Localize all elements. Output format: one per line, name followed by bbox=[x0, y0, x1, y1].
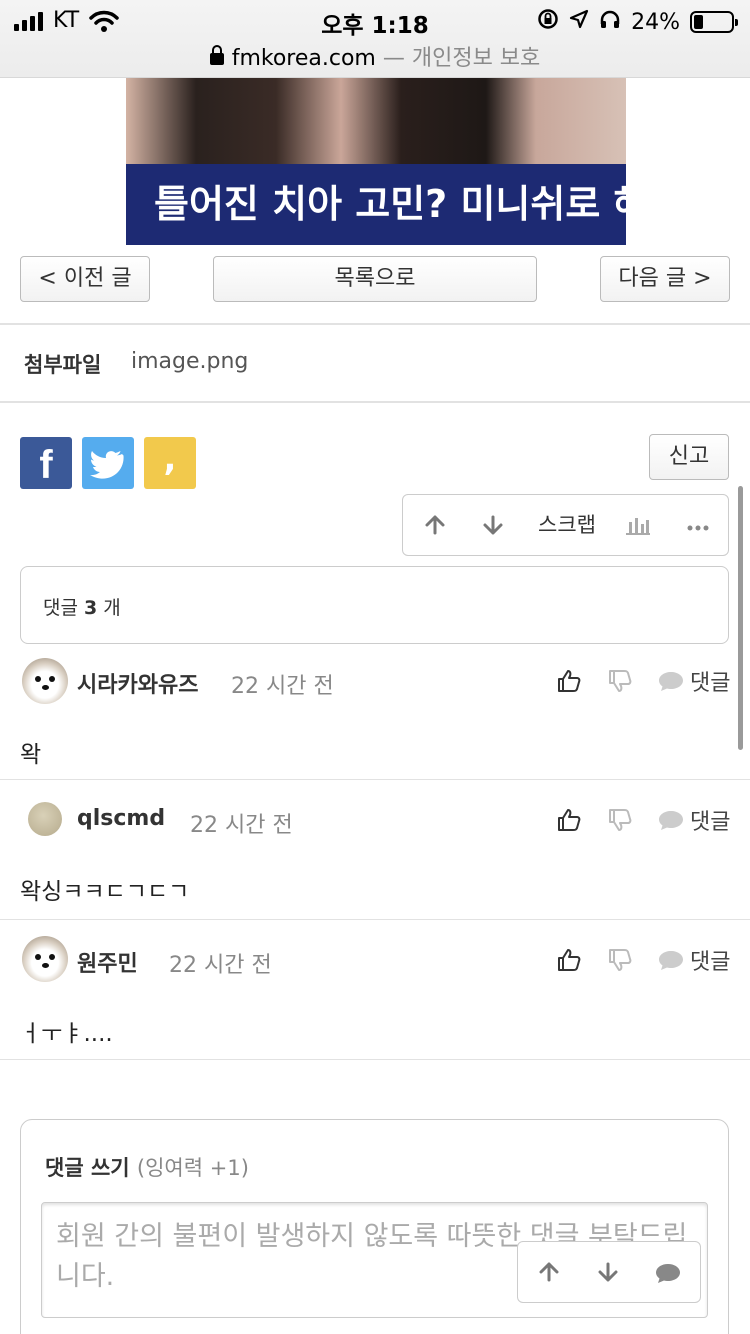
comment-write-bonus: (잉여력 +1) bbox=[136, 1156, 249, 1180]
list-button[interactable]: 목록으로 bbox=[213, 256, 537, 302]
battery-percent: 24% bbox=[631, 9, 680, 35]
location-icon bbox=[569, 9, 589, 35]
comment-write-box: 댓글 쓰기 (잉여력 +1) 회원 간의 불편이 발생하지 않도록 따뜻한 댓글… bbox=[20, 1119, 729, 1334]
attachment-label: 첨부파일 bbox=[24, 353, 102, 377]
headphones-icon bbox=[599, 9, 621, 35]
browser-status-bar: KT 오후 1:18 24% fmkorea.com — 개인정보 보호 bbox=[0, 0, 750, 78]
speech-bubble-icon bbox=[659, 672, 683, 691]
comment-count-box: 댓글 3 개 bbox=[20, 566, 729, 644]
comment-author[interactable]: 원주민 bbox=[77, 946, 138, 978]
kakao-share-button[interactable]: , bbox=[144, 437, 196, 489]
thumbs-up-icon[interactable] bbox=[556, 807, 582, 833]
ad-text: 틀어진 치아 고민? 미니쉬로 해 bbox=[126, 164, 626, 245]
comment-count-number: 3 bbox=[84, 597, 98, 619]
comment-time: 22 시간 전 bbox=[231, 674, 334, 699]
reply-button[interactable]: 댓글 bbox=[658, 665, 730, 697]
lock-icon bbox=[209, 45, 224, 65]
arrow-down-icon bbox=[483, 515, 503, 535]
twitter-share-button[interactable] bbox=[82, 437, 134, 489]
comment-time: 22 시간 전 bbox=[169, 953, 272, 978]
facebook-share-button[interactable]: f bbox=[20, 437, 72, 489]
attachment-file-link[interactable]: image.png bbox=[131, 349, 248, 374]
upvote-button[interactable] bbox=[407, 495, 463, 555]
divider bbox=[0, 779, 750, 780]
avatar[interactable] bbox=[22, 658, 68, 704]
status-right: 24% bbox=[537, 8, 738, 36]
speech-bubble-icon bbox=[659, 951, 683, 970]
comment-body: ㅓㅜㅑ.... bbox=[20, 1021, 113, 1047]
post-toolbar: 스크랩 bbox=[402, 494, 729, 556]
page-scrollbar[interactable] bbox=[738, 486, 743, 750]
report-button[interactable]: 신고 bbox=[649, 434, 729, 480]
comment-count: 댓글 3 개 bbox=[43, 593, 121, 620]
arrow-up-icon[interactable] bbox=[538, 1261, 560, 1283]
comment-body: 왁싱ㅋㅋㄷㄱㄷㄱ bbox=[20, 879, 190, 905]
kakao-icon: , bbox=[163, 439, 177, 479]
bar-chart-icon bbox=[626, 518, 650, 535]
stats-button[interactable] bbox=[613, 495, 663, 555]
arrow-up-icon bbox=[425, 515, 445, 535]
comment-body: 왁 bbox=[20, 742, 42, 768]
comment-write-heading: 댓글 쓰기 bbox=[45, 1156, 130, 1180]
divider bbox=[0, 919, 750, 920]
twitter-icon bbox=[90, 451, 124, 479]
ad-banner[interactable]: 틀어진 치아 고민? 미니쉬로 해 bbox=[126, 78, 626, 245]
comment-input-toolbar bbox=[517, 1241, 701, 1303]
comment-actions: 댓글 bbox=[556, 665, 730, 697]
scrap-button[interactable]: 스크랩 bbox=[527, 495, 607, 555]
reply-label: 댓글 bbox=[690, 671, 731, 696]
url-bar[interactable]: fmkorea.com — 개인정보 보호 bbox=[0, 40, 750, 72]
more-dots-icon bbox=[687, 525, 709, 531]
thumbs-down-icon[interactable] bbox=[607, 807, 633, 833]
comment-time: 22 시간 전 bbox=[190, 813, 293, 838]
arrow-down-icon[interactable] bbox=[597, 1261, 619, 1283]
speech-bubble-icon[interactable] bbox=[655, 1262, 681, 1284]
url-text: fmkorea.com bbox=[231, 46, 376, 71]
comment-write-title: 댓글 쓰기 (잉여력 +1) bbox=[45, 1152, 249, 1182]
comment-author[interactable]: 시라카와유즈 bbox=[77, 667, 198, 699]
speech-bubble-icon bbox=[659, 811, 683, 830]
divider bbox=[0, 323, 750, 325]
thumbs-down-icon[interactable] bbox=[607, 947, 633, 973]
reply-button[interactable]: 댓글 bbox=[658, 804, 730, 836]
thumbs-down-icon[interactable] bbox=[607, 668, 633, 694]
ad-photo bbox=[126, 78, 626, 164]
downvote-button[interactable] bbox=[465, 495, 521, 555]
reply-label: 댓글 bbox=[690, 810, 731, 835]
next-post-button[interactable]: 다음 글 > bbox=[600, 256, 730, 302]
reply-label: 댓글 bbox=[690, 950, 731, 975]
comment-count-prefix: 댓글 bbox=[43, 597, 78, 619]
divider bbox=[0, 1059, 750, 1060]
avatar[interactable] bbox=[22, 936, 68, 982]
prev-post-button[interactable]: < 이전 글 bbox=[20, 256, 150, 302]
comment-count-suffix: 개 bbox=[103, 597, 121, 619]
divider bbox=[0, 401, 750, 403]
thumbs-up-icon[interactable] bbox=[556, 668, 582, 694]
thumbs-up-icon[interactable] bbox=[556, 947, 582, 973]
url-privacy-label: — 개인정보 보호 bbox=[382, 46, 541, 71]
comment-author[interactable]: qlscmd bbox=[77, 806, 165, 831]
reply-button[interactable]: 댓글 bbox=[658, 944, 730, 976]
more-button[interactable] bbox=[673, 495, 723, 555]
rotation-lock-icon bbox=[537, 8, 559, 36]
comment-actions: 댓글 bbox=[556, 804, 730, 836]
facebook-icon: f bbox=[39, 443, 53, 487]
avatar[interactable] bbox=[28, 802, 62, 836]
battery-icon bbox=[690, 11, 738, 33]
comment-actions: 댓글 bbox=[556, 944, 730, 976]
